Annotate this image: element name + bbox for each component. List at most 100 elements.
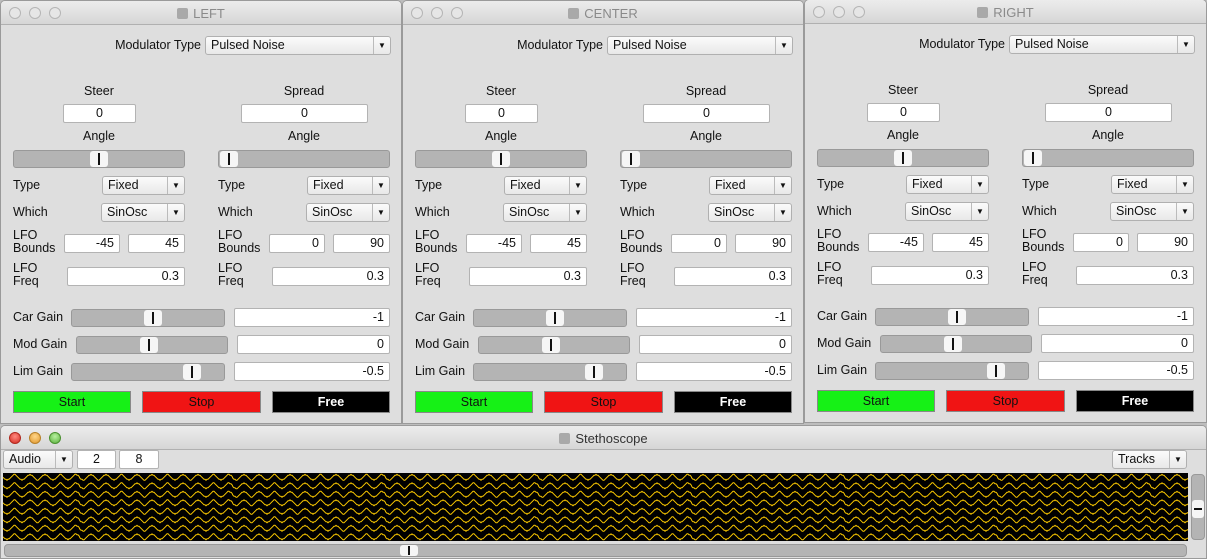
modulator-type-select[interactable]: Pulsed Noise ▼	[205, 36, 391, 55]
steer-field[interactable]: 0	[867, 103, 940, 122]
gain-value-field[interactable]: -1	[636, 308, 792, 327]
gain-value-field[interactable]: -0.5	[636, 362, 792, 381]
gain-slider[interactable]	[76, 336, 228, 354]
panel-center: CENTER Modulator Type Pulsed Noise ▼ Stee…	[402, 0, 804, 424]
slider-knob[interactable]	[1024, 150, 1043, 166]
steer-field[interactable]: 0	[465, 104, 538, 123]
spread-field[interactable]: 0	[241, 104, 368, 123]
modulator-type-select[interactable]: Pulsed Noise ▼	[607, 36, 793, 55]
steer-lfo-freq-field[interactable]: 0.3	[871, 266, 989, 285]
spread-lfo-freq-label: LFO Freq	[218, 262, 244, 288]
gain-value-field[interactable]: -0.5	[1038, 361, 1194, 380]
steer-type-select[interactable]: Fixed ▼	[906, 175, 989, 194]
steer-type-select[interactable]: Fixed ▼	[504, 176, 587, 195]
gain-slider[interactable]	[71, 309, 225, 327]
start-button[interactable]: Start	[13, 391, 131, 413]
vertical-scroll-knob[interactable]	[1192, 500, 1204, 519]
gain-value-field[interactable]: 0	[237, 335, 390, 354]
spread-type-select[interactable]: Fixed ▼	[307, 176, 390, 195]
steer-lfo-freq-field[interactable]: 0.3	[67, 267, 185, 286]
gain-slider[interactable]	[880, 335, 1032, 353]
free-button[interactable]: Free	[272, 391, 390, 413]
stop-button[interactable]: Stop	[142, 391, 261, 413]
slider-knob[interactable]	[947, 309, 966, 325]
steer-field[interactable]: 0	[63, 104, 136, 123]
steer-lfo-bounds-label: LFO Bounds	[13, 229, 55, 255]
gain-value-field[interactable]: -1	[234, 308, 390, 327]
spread-angle-slider[interactable]	[1022, 149, 1194, 167]
spread-which-select[interactable]: SinOsc ▼	[1110, 202, 1194, 221]
num-channels-field[interactable]: 8	[119, 450, 159, 469]
slider-knob[interactable]	[143, 310, 162, 326]
spread-which-select[interactable]: SinOsc ▼	[708, 203, 792, 222]
steer-which-select[interactable]: SinOsc ▼	[503, 203, 587, 222]
steer-lfo-bounds-min[interactable]: -45	[466, 234, 522, 253]
slider-knob[interactable]	[987, 363, 1006, 379]
spread-field[interactable]: 0	[1045, 103, 1172, 122]
gain-slider[interactable]	[478, 336, 630, 354]
steer-angle-slider[interactable]	[13, 150, 185, 168]
gain-slider[interactable]	[71, 363, 225, 381]
steer-angle-slider[interactable]	[817, 149, 989, 167]
gain-value-field[interactable]: 0	[639, 335, 792, 354]
steer-lfo-bounds-max[interactable]: 45	[932, 233, 989, 252]
free-button[interactable]: Free	[1076, 390, 1194, 412]
start-button[interactable]: Start	[817, 390, 935, 412]
chevron-down-icon: ▼	[167, 177, 184, 194]
spread-lfo-bounds-min[interactable]: 0	[269, 234, 325, 253]
steer-lfo-bounds-min[interactable]: -45	[64, 234, 120, 253]
spread-type-select[interactable]: Fixed ▼	[1111, 175, 1194, 194]
gain-slider[interactable]	[875, 362, 1029, 380]
spread-lfo-bounds-max[interactable]: 90	[735, 234, 792, 253]
slider-knob[interactable]	[545, 310, 564, 326]
slider-knob[interactable]	[492, 151, 510, 167]
spread-type-select[interactable]: Fixed ▼	[709, 176, 792, 195]
spread-lfo-bounds-min[interactable]: 0	[671, 234, 727, 253]
slider-knob[interactable]	[183, 364, 202, 380]
slider-knob[interactable]	[585, 364, 604, 380]
slider-knob[interactable]	[894, 150, 912, 166]
view-mode-select[interactable]: Tracks ▼	[1112, 450, 1187, 469]
channel-offset-field[interactable]: 2	[77, 450, 116, 469]
gain-slider[interactable]	[875, 308, 1029, 326]
gain-label: Mod Gain	[415, 337, 470, 351]
gain-slider[interactable]	[473, 363, 627, 381]
spread-lfo-freq-field[interactable]: 0.3	[674, 267, 792, 286]
steer-lfo-bounds-min[interactable]: -45	[868, 233, 924, 252]
spread-lfo-bounds-max[interactable]: 90	[1137, 233, 1194, 252]
rate-select[interactable]: Audio ▼	[3, 450, 73, 469]
spread-field[interactable]: 0	[643, 104, 770, 123]
free-button[interactable]: Free	[674, 391, 792, 413]
slider-knob[interactable]	[90, 151, 108, 167]
steer-lfo-bounds-max[interactable]: 45	[128, 234, 185, 253]
slider-knob[interactable]	[140, 337, 158, 353]
steer-lfo-bounds-max[interactable]: 45	[530, 234, 587, 253]
start-button[interactable]: Start	[415, 391, 533, 413]
spread-lfo-bounds-max[interactable]: 90	[333, 234, 390, 253]
spread-lfo-freq-field[interactable]: 0.3	[1076, 266, 1194, 285]
spread-which-select[interactable]: SinOsc ▼	[306, 203, 390, 222]
steer-type-select[interactable]: Fixed ▼	[102, 176, 185, 195]
steer-angle-slider[interactable]	[415, 150, 587, 168]
horizontal-scrollbar[interactable]	[4, 544, 1187, 557]
stop-button[interactable]: Stop	[544, 391, 663, 413]
steer-which-select[interactable]: SinOsc ▼	[905, 202, 989, 221]
slider-knob[interactable]	[622, 151, 641, 167]
spread-angle-slider[interactable]	[620, 150, 792, 168]
spread-lfo-bounds-min[interactable]: 0	[1073, 233, 1129, 252]
vertical-scrollbar[interactable]	[1191, 474, 1205, 540]
spread-angle-slider[interactable]	[218, 150, 390, 168]
slider-knob[interactable]	[220, 151, 239, 167]
modulator-type-select[interactable]: Pulsed Noise ▼	[1009, 35, 1195, 54]
gain-slider[interactable]	[473, 309, 627, 327]
horizontal-scroll-knob[interactable]	[400, 545, 419, 556]
steer-which-select[interactable]: SinOsc ▼	[101, 203, 185, 222]
gain-value-field[interactable]: -1	[1038, 307, 1194, 326]
slider-knob[interactable]	[542, 337, 560, 353]
spread-lfo-freq-field[interactable]: 0.3	[272, 267, 390, 286]
slider-knob[interactable]	[944, 336, 962, 352]
gain-value-field[interactable]: 0	[1041, 334, 1194, 353]
gain-value-field[interactable]: -0.5	[234, 362, 390, 381]
steer-lfo-freq-field[interactable]: 0.3	[469, 267, 587, 286]
stop-button[interactable]: Stop	[946, 390, 1065, 412]
